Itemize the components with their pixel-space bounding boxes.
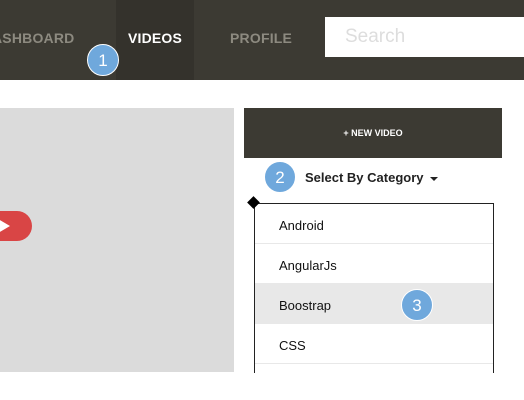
play-button[interactable]	[0, 211, 32, 241]
category-dropdown-menu: Android AngularJs Boostrap CSS	[254, 203, 494, 373]
category-toggle-label: Select By Category	[305, 170, 424, 185]
step-marker-3: 3	[401, 289, 433, 321]
category-item-boostrap[interactable]: Boostrap	[255, 284, 493, 324]
video-player[interactable]	[0, 108, 234, 372]
nav-profile[interactable]: PROFILE	[230, 0, 292, 80]
category-dropdown-toggle[interactable]: Select By Category	[305, 168, 438, 188]
top-navigation: ASHBOARD VIDEOS PROFILE	[0, 0, 524, 80]
nav-dashboard[interactable]: ASHBOARD	[0, 0, 102, 80]
nav-videos[interactable]: VIDEOS	[116, 0, 194, 80]
step-marker-2: 2	[264, 161, 296, 193]
caret-down-icon	[429, 176, 438, 181]
category-item-css[interactable]: CSS	[255, 324, 493, 364]
category-item-angularjs[interactable]: AngularJs	[255, 244, 493, 284]
play-icon	[0, 219, 10, 233]
new-video-button[interactable]: + NEW VIDEO	[244, 108, 502, 158]
category-item-android[interactable]: Android	[255, 204, 493, 244]
search-input[interactable]	[325, 17, 524, 57]
step-marker-1: 1	[87, 44, 119, 76]
